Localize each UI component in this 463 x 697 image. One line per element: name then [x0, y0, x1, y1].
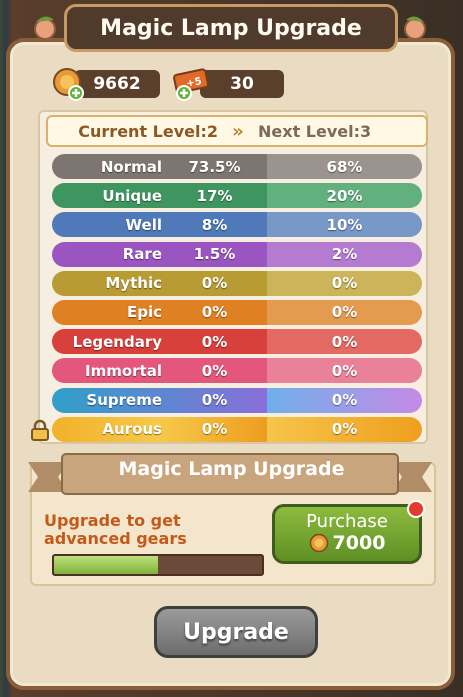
rarity-current-value: 8% [201, 215, 228, 234]
rarity-current-value: 0% [201, 420, 228, 439]
rarity-current-segment: Mythic 0% [52, 270, 267, 296]
rarity-current-segment: Immortal 0% [52, 358, 267, 384]
notification-dot [407, 500, 425, 518]
rarity-current-value: 0% [201, 361, 228, 380]
rarity-current-value: 0% [201, 274, 228, 293]
rarity-next-value: 0% [267, 329, 422, 355]
purchase-button[interactable]: Purchase 7000 [272, 504, 422, 564]
rarity-name: Aurous [102, 420, 162, 439]
progress-fill [54, 556, 158, 574]
upgrade-button[interactable]: Upgrade [154, 606, 318, 658]
double-chevron-right-icon: » [232, 120, 244, 142]
rarity-name: Normal [100, 157, 162, 176]
rarity-row: Immortal 0% 0% [52, 358, 422, 384]
rarity-name: Immortal [85, 361, 162, 380]
coin-icon [309, 533, 328, 553]
ticket-add-icon[interactable]: +5 [172, 66, 212, 102]
next-level: Next Level:3 [258, 121, 372, 141]
rarity-next-value: 0% [267, 416, 422, 442]
rarity-current-value: 17% [196, 186, 233, 205]
ticket-counter: 30 [200, 70, 284, 98]
rarity-next-value: 0% [267, 358, 422, 384]
rarity-current-value: 0% [201, 303, 228, 322]
rarity-name: Rare [122, 245, 162, 264]
rarity-next-value: 0% [267, 387, 422, 413]
rarity-list: Normal 73.5% 68% Unique 17% 20% Well 8% 10% Rare 1… [52, 154, 422, 446]
rarity-current-segment: Aurous 0% [52, 416, 267, 442]
rarity-row: Supreme 0% 0% [52, 387, 422, 413]
upgrade-progress-bar [52, 554, 264, 576]
level-header: Current Level:2 » Next Level:3 [46, 115, 428, 147]
purchase-cost: 7000 [332, 532, 386, 554]
title-banner: Magic Lamp Upgrade [64, 4, 398, 52]
ticket-amount: 30 [230, 74, 254, 94]
rarity-current-segment: Supreme 0% [52, 387, 267, 413]
rarity-current-value: 0% [201, 391, 228, 409]
peach-ornament-icon [34, 16, 56, 40]
rarity-name: Mythic [105, 274, 162, 293]
rarity-current-segment: Well 8% [52, 212, 267, 238]
rarity-name: Well [125, 215, 162, 234]
rarity-current-value: 73.5% [188, 157, 241, 176]
rarity-next-value: 20% [267, 183, 422, 209]
rarity-next-value: 68% [267, 154, 422, 179]
rarity-next-value: 0% [267, 299, 422, 325]
lock-icon [31, 419, 49, 441]
current-level: Current Level:2 [78, 121, 218, 141]
rarity-next-value: 10% [267, 212, 422, 238]
page-title: Magic Lamp Upgrade [100, 15, 362, 41]
rarity-next-value: 0% [267, 270, 422, 296]
purchase-label: Purchase [306, 511, 388, 532]
rarity-row: Epic 0% 0% [52, 299, 422, 325]
rarity-current-segment: Epic 0% [52, 299, 267, 325]
coin-counter: 9662 [74, 70, 160, 98]
rarity-row: Normal 73.5% 68% [52, 154, 422, 179]
rarity-current-segment: Normal 73.5% [52, 154, 267, 179]
rarity-row: Aurous 0% 0% [52, 416, 422, 442]
section-title: Magic Lamp Upgrade [118, 458, 345, 480]
rarity-row: Unique 17% 20% [52, 183, 422, 209]
rarity-row: Well 8% 10% [52, 212, 422, 238]
rarity-name: Supreme [86, 391, 162, 409]
upgrade-hint: Upgrade to get advanced gears [44, 511, 187, 548]
rarity-row: Legendary 0% 0% [52, 329, 422, 355]
rarity-row: Rare 1.5% 2% [52, 241, 422, 267]
rarity-name: Unique [102, 186, 162, 205]
rarity-current-value: 0% [201, 332, 228, 351]
rarity-row: Mythic 0% 0% [52, 270, 422, 296]
peach-ornament-icon [404, 16, 426, 40]
rarity-current-segment: Rare 1.5% [52, 241, 267, 267]
coin-add-icon[interactable] [50, 66, 86, 102]
rarity-name: Epic [126, 303, 162, 322]
rarity-next-value: 2% [267, 241, 422, 267]
rarity-current-segment: Unique 17% [52, 183, 267, 209]
rarity-name: Legendary [72, 332, 162, 351]
coin-amount: 9662 [93, 74, 141, 94]
rarity-current-segment: Legendary 0% [52, 329, 267, 355]
rarity-current-value: 1.5% [193, 245, 236, 264]
